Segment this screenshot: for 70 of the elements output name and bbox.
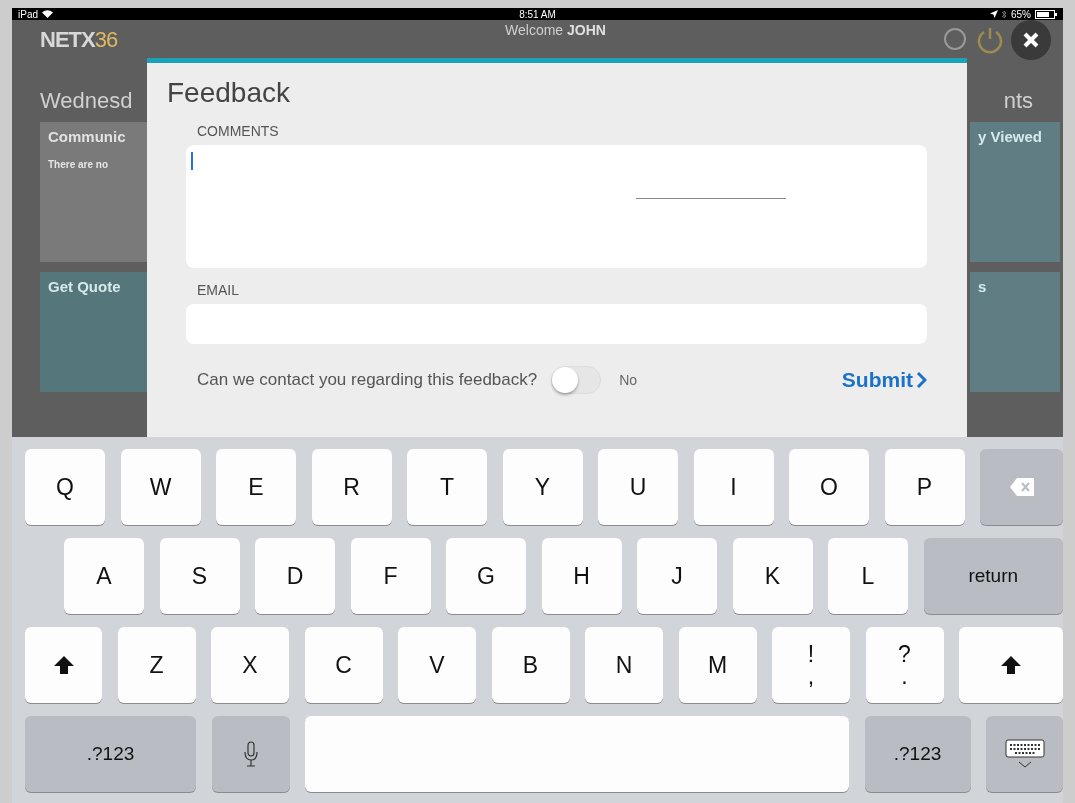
delete-key[interactable]	[980, 449, 1063, 525]
letter-key[interactable]: C	[304, 627, 383, 703]
contact-question: Can we contact you regarding this feedback?	[197, 370, 538, 390]
comments-field[interactable]	[186, 145, 927, 268]
numbers-key[interactable]: .?123	[25, 716, 196, 792]
letter-key[interactable]: X	[211, 627, 289, 703]
letter-key[interactable]: T	[407, 449, 487, 525]
tile-title: y Viewed	[978, 128, 1043, 145]
letter-key[interactable]: W	[120, 449, 201, 525]
location-icon	[989, 10, 998, 18]
battery-percent: 65%	[1010, 8, 1031, 20]
date-heading: Wednesd	[40, 88, 133, 115]
letter-key[interactable]: N	[585, 627, 663, 703]
search-icon[interactable]	[943, 27, 969, 53]
letter-key[interactable]: P	[884, 449, 965, 525]
shift-key[interactable]	[25, 627, 102, 703]
tile-text: There are no	[48, 159, 110, 170]
letter-key[interactable]: M	[678, 627, 757, 703]
shift-icon	[53, 656, 74, 674]
letter-key[interactable]: Q	[25, 449, 105, 525]
app-logo: NETX36	[40, 27, 119, 53]
punctuation-key[interactable]: ! ,	[772, 627, 850, 703]
shift-icon	[1001, 656, 1021, 674]
letter-key[interactable]: E	[216, 449, 296, 525]
letter-key[interactable]: D	[255, 538, 335, 614]
close-button[interactable]	[1011, 20, 1051, 60]
bluetooth-icon	[1001, 9, 1007, 19]
letter-key[interactable]: Z	[117, 627, 196, 703]
tile-title: Communic	[48, 128, 127, 145]
letter-key[interactable]: L	[828, 538, 908, 614]
tile-title: Get Quote	[48, 278, 122, 295]
dialog-title: Feedback	[167, 77, 291, 109]
letter-key[interactable]: B	[491, 627, 570, 703]
return-key[interactable]: return	[923, 538, 1063, 614]
letter-key[interactable]: G	[446, 538, 526, 614]
letter-key[interactable]: V	[398, 627, 476, 703]
space-key[interactable]	[305, 716, 849, 792]
letter-key[interactable]: F	[350, 538, 431, 614]
keyboard-icon	[1004, 739, 1045, 769]
battery-icon	[1035, 9, 1057, 19]
wifi-icon	[42, 10, 53, 18]
letter-key[interactable]: U	[598, 449, 678, 525]
letter-key[interactable]: K	[732, 538, 813, 614]
status-time: 8:51 AM	[519, 8, 556, 20]
letter-key[interactable]: A	[64, 538, 144, 614]
chevron-right-icon	[916, 371, 927, 389]
numbers-key[interactable]: .?123	[864, 716, 971, 792]
tile-title: s	[978, 278, 988, 295]
section-heading: nts	[1003, 88, 1033, 115]
microphone-icon	[243, 741, 258, 767]
toggle-label: No	[619, 372, 638, 388]
field-label: COMMENTS	[197, 123, 280, 139]
letter-key[interactable]: J	[637, 538, 717, 614]
dictation-key[interactable]	[211, 716, 290, 792]
letter-key[interactable]: Y	[502, 449, 583, 525]
hide-keyboard-key[interactable]	[986, 716, 1063, 792]
close-icon	[1023, 32, 1039, 48]
letter-key[interactable]: S	[159, 538, 240, 614]
punctuation-key[interactable]: ? .	[865, 627, 944, 703]
field-label: EMAIL	[197, 282, 240, 298]
device-name: iPad	[18, 8, 38, 20]
letter-key[interactable]: O	[789, 449, 869, 525]
letter-key[interactable]: R	[311, 449, 392, 525]
power-icon[interactable]	[975, 25, 1005, 55]
contact-toggle[interactable]	[551, 366, 602, 394]
delete-icon	[1009, 478, 1034, 496]
letter-key[interactable]: I	[693, 449, 774, 525]
submit-button[interactable]: Submit	[841, 368, 927, 392]
welcome-text: Welcome JOHN	[504, 21, 607, 38]
letter-key[interactable]: H	[541, 538, 622, 614]
